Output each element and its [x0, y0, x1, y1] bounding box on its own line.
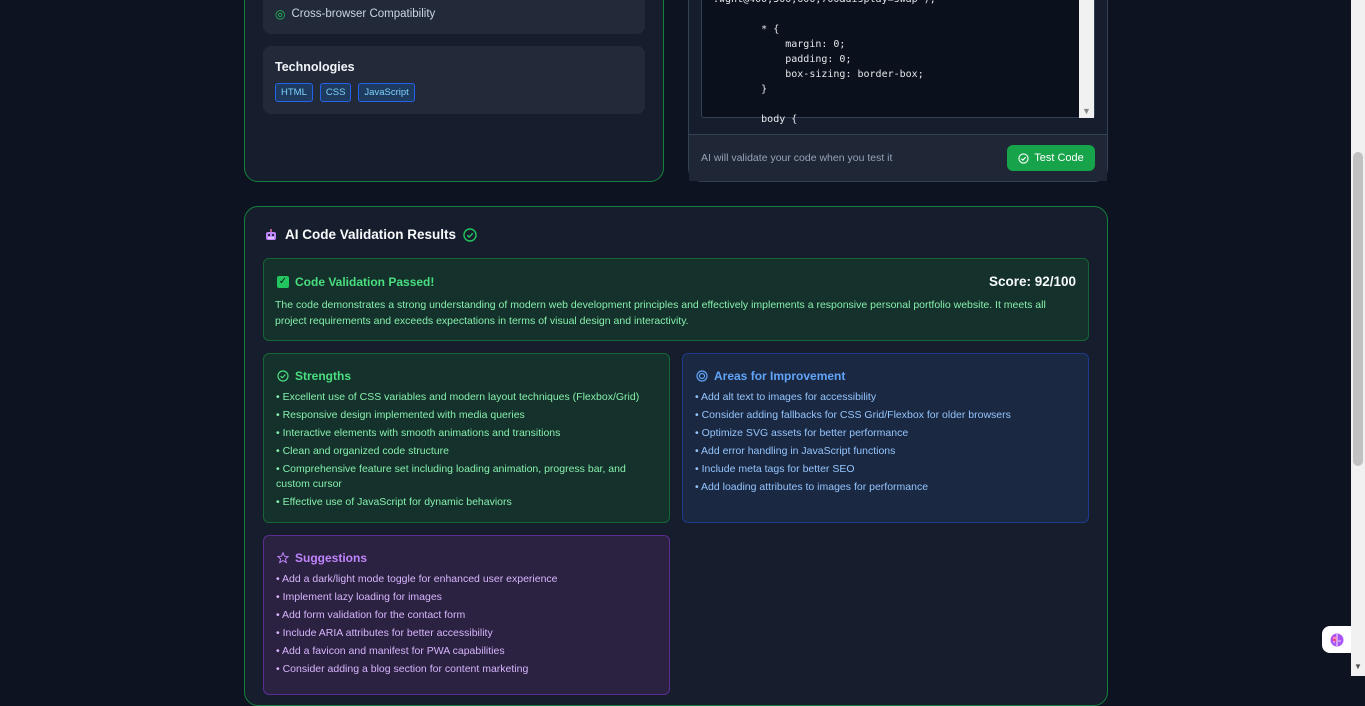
- strengths-panel: Strengths • Excellent use of CSS variabl…: [263, 353, 670, 523]
- strengths-title: Strengths: [277, 369, 351, 383]
- results-title-text: AI Code Validation Results: [285, 227, 457, 242]
- checkbox-check-icon: ✓: [277, 276, 289, 288]
- validation-description: The code demonstrates a strong understan…: [275, 299, 1046, 327]
- robot-icon: [266, 228, 276, 240]
- improvements-title: Areas for Improvement: [696, 369, 845, 383]
- assistant-widget-button[interactable]: [1322, 626, 1351, 653]
- list-item: • Add loading attributes to images for p…: [695, 481, 929, 493]
- code-text[interactable]: :wght@400;500;600;700&display=swap'); * …: [713, 0, 936, 127]
- list-item: • Include meta tags for better SEO: [695, 463, 855, 475]
- improvements-title-text: Areas for Improvement: [714, 369, 846, 383]
- list-item: • Excellent use of CSS variables and mod…: [276, 391, 640, 403]
- list-item: • Consider adding a blog section for con…: [276, 663, 529, 675]
- tag-css: CSS: [319, 83, 352, 102]
- scroll-down-icon[interactable]: ▼: [1354, 662, 1362, 671]
- technologies-title: Technologies: [275, 60, 355, 74]
- list-item: • Implement lazy loading for images: [276, 591, 442, 603]
- target-icon: [696, 370, 708, 382]
- technologies-box: [263, 46, 645, 114]
- tag-javascript: JavaScript: [358, 83, 415, 102]
- page-scrollbar-thumb[interactable]: [1353, 152, 1363, 466]
- validation-hint: AI will validate your code when you test…: [701, 152, 893, 164]
- star-icon: [277, 552, 289, 564]
- list-item: • Add a favicon and manifest for PWA cap…: [276, 645, 505, 657]
- code-editor-scrollbar[interactable]: ▼: [1079, 0, 1094, 118]
- list-item: • Optimize SVG assets for better perform…: [695, 427, 909, 439]
- suggestions-panel: Suggestions • Add a dark/light mode togg…: [263, 535, 670, 695]
- check-circle-icon: [1018, 152, 1029, 164]
- feature-item: ◎ Cross-browser Compatibility: [275, 7, 435, 21]
- list-item: • Effective use of JavaScript for dynami…: [276, 496, 512, 508]
- suggestions-list: • Add a dark/light mode toggle for enhan…: [276, 572, 656, 680]
- target-icon: ◎: [275, 7, 286, 21]
- list-item: • Add a dark/light mode toggle for enhan…: [276, 573, 558, 585]
- check-circle-icon: [277, 370, 289, 382]
- list-item: • Add form validation for the contact fo…: [276, 609, 466, 621]
- validation-status-text: Code Validation Passed!: [295, 275, 435, 289]
- technology-tags: HTML CSS JavaScript: [275, 83, 415, 102]
- strengths-title-text: Strengths: [295, 369, 352, 383]
- list-item: • Consider adding fallbacks for CSS Grid…: [695, 409, 1011, 421]
- results-title: AI Code Validation Results: [264, 227, 477, 242]
- tag-html: HTML: [275, 83, 313, 102]
- list-item: • Clean and organized code structure: [276, 445, 449, 457]
- feature-label: Cross-browser Compatibility: [291, 8, 436, 20]
- brain-icon: [1330, 633, 1343, 646]
- list-item: • Interactive elements with smooth anima…: [276, 427, 561, 439]
- list-item: • Comprehensive feature set including lo…: [276, 463, 626, 490]
- check-circle-icon: [463, 227, 477, 242]
- strengths-list: • Excellent use of CSS variables and mod…: [276, 390, 656, 513]
- scroll-down-icon[interactable]: ▼: [1082, 106, 1091, 116]
- test-code-label: Test Code: [1034, 152, 1084, 164]
- list-item: • Include ARIA attributes for better acc…: [276, 627, 493, 639]
- improvements-list: • Add alt text to images for accessibili…: [695, 390, 1075, 498]
- list-item: • Responsive design implemented with med…: [276, 409, 525, 421]
- test-code-button[interactable]: Test Code: [1007, 145, 1095, 171]
- score: Score: 92/100: [988, 274, 1076, 289]
- suggestions-title-text: Suggestions: [295, 551, 368, 565]
- validation-status: ✓ Code Validation Passed!: [277, 275, 434, 289]
- suggestions-title: Suggestions: [277, 551, 367, 565]
- list-item: • Add alt text to images for accessibili…: [695, 391, 877, 403]
- improvements-panel: Areas for Improvement • Add alt text to …: [682, 353, 1089, 523]
- list-item: • Add error handling in JavaScript funct…: [695, 445, 896, 457]
